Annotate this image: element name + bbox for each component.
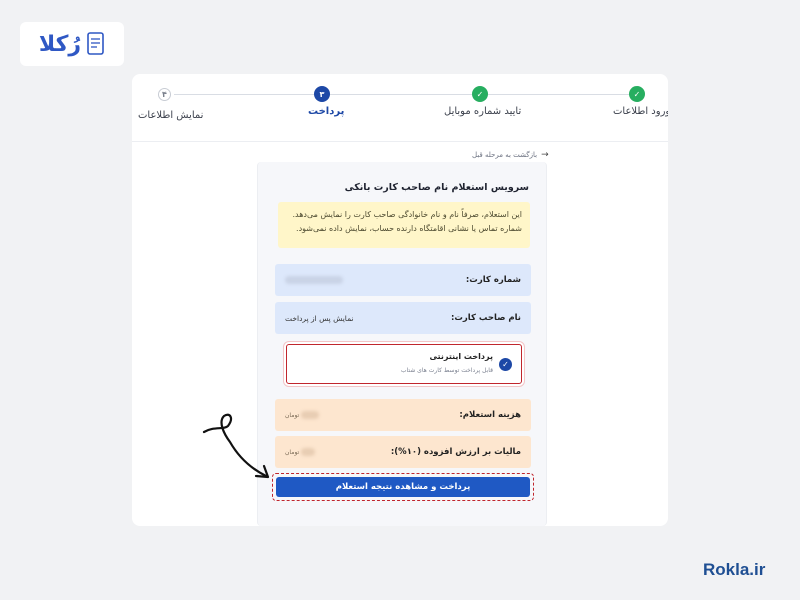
step-2-label: تایید شماره موبایل [444, 106, 522, 117]
step-1-check-icon: ✓ [629, 86, 645, 102]
notice-box: این استعلام، صرفاً نام و نام خانوادگی صا… [278, 202, 530, 248]
vat-row: مالیات بر ارزش افزوده (۱۰%): تومان [275, 436, 531, 468]
checkmark-icon: ✓ [499, 358, 512, 371]
holder-name-row: نام صاحب کارت: نمایش پس از پرداخت [275, 302, 531, 334]
stepper-line [174, 94, 314, 95]
step-3-marker: ۳ [314, 86, 330, 102]
step-4-marker: ۴ [158, 88, 171, 101]
fee-label: هزینه استعلام: [459, 410, 521, 420]
step-4-label: نمایش اطلاعات [138, 110, 204, 121]
fee-row: هزینه استعلام: تومان [275, 399, 531, 431]
fee-value: تومان [285, 411, 320, 419]
back-link-label: بازگشت به مرحله قبل [472, 151, 538, 159]
brand-logo: رُکلا [20, 22, 124, 66]
footer-url[interactable]: Rokla.ir [703, 560, 765, 580]
holder-name-label: نام صاحب کارت: [450, 313, 521, 323]
stepper-line [488, 94, 630, 95]
holder-name-value: نمایش پس از پرداخت [285, 313, 354, 323]
vat-label: مالیات بر ارزش افزوده (۱۰%): [390, 447, 521, 457]
card-number-row: شماره کارت: [275, 264, 531, 296]
payment-option-subtitle: قابل پرداخت توسط کارت های شتاب [400, 367, 493, 374]
fee-unit: تومان [285, 411, 300, 419]
step-3-label: پرداخت [308, 106, 345, 117]
arrow-right-icon: → [541, 150, 549, 160]
stepper-line [330, 94, 472, 95]
payment-option-online[interactable]: ✓ پرداخت اینترنتی قابل پرداخت توسط کارت … [286, 344, 522, 384]
vat-unit: تومان [285, 448, 300, 456]
notice-line: این استعلام، صرفاً نام و نام خانوادگی صا… [292, 210, 522, 219]
vat-value: تومان [285, 448, 316, 456]
submit-highlight: پرداخت و مشاهده نتیجه استعلام [272, 473, 534, 501]
card-title: سرویس استعلام نام صاحب کارت بانکی [344, 182, 529, 193]
pointer-arrow-icon [202, 413, 270, 479]
inquiry-card: سرویس استعلام نام صاحب کارت بانکی این اس… [257, 162, 547, 526]
brand-name: رُکلا [38, 31, 82, 57]
card-number-value-redacted [285, 276, 343, 284]
vat-amount-redacted [301, 448, 316, 456]
progress-stepper: ✓ ورود اطلاعات ✓ تایید شماره موبایل ۳ پر… [132, 74, 668, 142]
document-icon [87, 32, 105, 56]
step-2-check-icon: ✓ [472, 86, 488, 102]
back-link[interactable]: → بازگشت به مرحله قبل [472, 150, 549, 160]
step-1-label: ورود اطلاعات [613, 106, 668, 117]
payment-option-title: پرداخت اینترنتی [429, 352, 493, 361]
fee-amount-redacted [301, 411, 320, 419]
card-number-label: شماره کارت: [465, 275, 521, 285]
pay-and-view-result-button[interactable]: پرداخت و مشاهده نتیجه استعلام [276, 477, 530, 497]
notice-line: شماره تماس یا نشانی اقامتگاه دارنده حساب… [296, 224, 522, 233]
